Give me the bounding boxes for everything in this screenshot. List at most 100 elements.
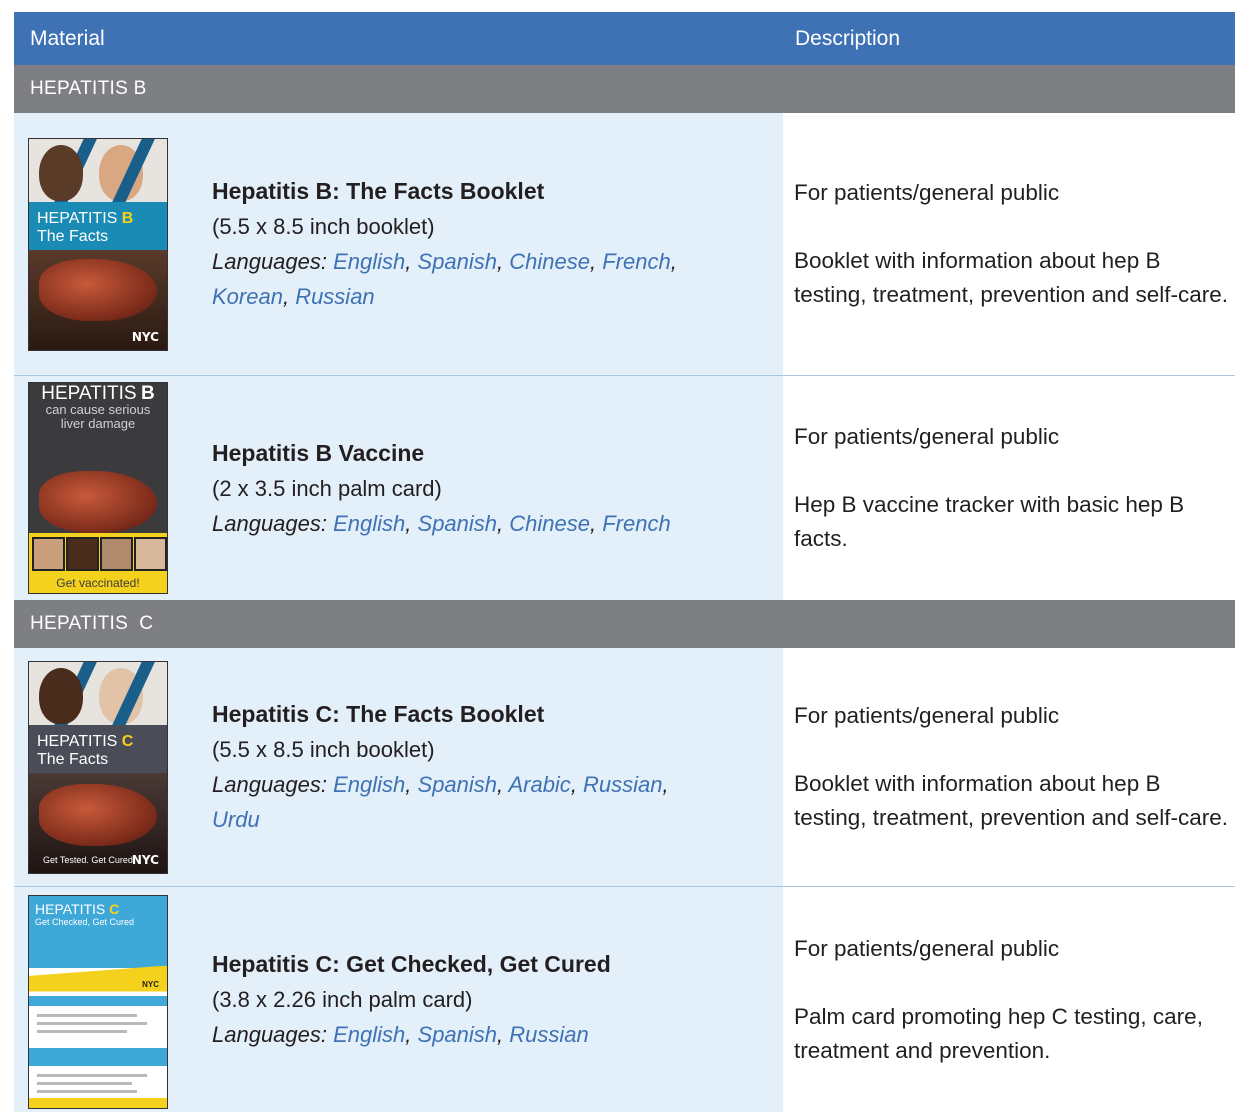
material-format: (5.5 x 8.5 inch booklet) (212, 737, 435, 762)
nyc-logo: NYC (131, 852, 159, 867)
audience-text: For patients/general public (794, 703, 1060, 728)
face-icon (39, 667, 83, 724)
face-icon (99, 667, 143, 724)
thumb-footer: Get vaccinated! (56, 576, 140, 590)
material-title: Hepatitis C: The Facts Booklet (212, 701, 545, 727)
material-title: Hepatitis B Vaccine (212, 439, 425, 466)
header-description: Description (795, 26, 901, 50)
material-cell: HEPATITIS B can cause serious liver dama… (14, 376, 783, 600)
language-link-english[interactable]: English (333, 249, 405, 274)
language-link-russian[interactable]: Russian (583, 772, 662, 797)
section-hepatitis-b: HEPATITIS B (14, 65, 1235, 113)
material-title: Hepatitis C: Get Checked, Get Cured (212, 951, 611, 977)
description-cell: For patients/general public Booklet with… (783, 113, 1235, 375)
header-material: Material (30, 26, 105, 50)
nyc-logo: NYC (142, 979, 159, 989)
description-cell: For patients/general public Booklet with… (783, 648, 1235, 886)
liver-image (39, 783, 157, 846)
language-link-chinese[interactable]: Chinese (509, 249, 590, 274)
table-row: HEPATITIS C Get Checked, Get Cured NYC H… (14, 887, 1235, 1112)
thumb-title-text: HEPATITIS (41, 383, 137, 404)
material-format: (5.5 x 8.5 inch booklet) (212, 214, 435, 239)
language-link-english[interactable]: English (333, 1022, 405, 1047)
materials-table: Material Description HEPATITIS B HEPATIT… (14, 12, 1235, 1112)
language-link-french[interactable]: French (602, 511, 670, 536)
thumb-title-letter: C (109, 900, 120, 917)
hep-b-vaccine-thumbnail: HEPATITIS B can cause serious liver dama… (28, 382, 168, 594)
thumb-subtitle: The Facts (37, 227, 109, 245)
language-link-spanish[interactable]: Spanish (418, 1022, 498, 1047)
description-cell: For patients/general public Palm card pr… (783, 887, 1235, 1112)
language-link-english[interactable]: English (333, 511, 405, 536)
thumb-title-text: HEPATITIS (37, 209, 118, 227)
language-link-korean[interactable]: Korean (212, 284, 283, 309)
liver-image (39, 471, 157, 533)
hep-b-facts-thumbnail: HEPATITIS B The Facts NYC (28, 137, 168, 351)
description-text: Hep B vaccine tracker with basic hep B f… (794, 492, 1185, 551)
thumb-subtitle: Get Checked, Get Cured (35, 916, 135, 927)
material-title: Hepatitis B: The Facts Booklet (212, 178, 545, 204)
language-link-russian[interactable]: Russian (295, 284, 374, 309)
language-link-urdu[interactable]: Urdu (212, 807, 260, 832)
material-info: Hepatitis B: The Facts Booklet (5.5 x 8.… (212, 174, 677, 314)
hep-c-palm-card-thumbnail: HEPATITIS C Get Checked, Get Cured NYC (28, 894, 168, 1109)
languages-list: Languages: English, Spanish, Arabic, Rus… (212, 772, 669, 832)
material-info: Hepatitis C: Get Checked, Get Cured (3.8… (212, 947, 611, 1052)
languages-label: Languages: (212, 249, 327, 274)
section-hepatitis-c: HEPATITIS C (14, 600, 1235, 648)
thumb-footer: Get Tested. Get Cured! (43, 854, 136, 865)
thumb-title: HEPATITIS B (29, 383, 167, 403)
languages-label: Languages: (212, 772, 327, 797)
table-row: HEPATITIS B The Facts NYC Hepatitis B: T… (14, 113, 1235, 376)
language-link-french[interactable]: French (602, 249, 670, 274)
audience-text: For patients/general public (794, 935, 1060, 961)
people-photo (29, 661, 167, 725)
liver-image (39, 258, 157, 321)
description-cell: For patients/general public Hep B vaccin… (783, 376, 1235, 600)
thumb-title-text: HEPATITIS (35, 900, 106, 917)
material-cell: HEPATITIS C The Facts Get Tested. Get Cu… (14, 648, 783, 886)
language-link-spanish[interactable]: Spanish (418, 249, 498, 274)
language-link-spanish[interactable]: Spanish (418, 772, 498, 797)
card-header: HEPATITIS C Get Checked, Get Cured (29, 895, 167, 968)
languages-label: Languages: (212, 510, 327, 536)
card-footer-band (29, 1097, 167, 1108)
material-cell: HEPATITIS B The Facts NYC Hepatitis B: T… (14, 113, 783, 375)
thumb-title: HEPATITIS C The Facts (29, 725, 167, 769)
thumb-subtitle: can cause serious (45, 402, 151, 417)
language-link-russian[interactable]: Russian (509, 1022, 588, 1047)
table-row: HEPATITIS B can cause serious liver dama… (14, 376, 1235, 600)
face-icon (134, 537, 167, 571)
audience-text: For patients/general public (794, 180, 1060, 205)
language-link-english[interactable]: English (333, 772, 405, 797)
languages-list: Languages: English, Spanish, Russian (212, 1022, 589, 1047)
material-info: Hepatitis C: The Facts Booklet (5.5 x 8.… (212, 697, 669, 837)
audience-text: For patients/general public (794, 424, 1060, 449)
people-photo (29, 138, 167, 202)
language-link-arabic[interactable]: Arabic (508, 772, 570, 797)
thumb-title: HEPATITIS B The Facts (29, 202, 167, 246)
material-format: (2 x 3.5 inch palm card) (212, 475, 442, 501)
languages-label: Languages: (212, 1022, 327, 1047)
thumb-subtitle: The Facts (37, 750, 109, 768)
language-link-spanish[interactable]: Spanish (418, 511, 498, 536)
table-header: Material Description (14, 12, 1235, 65)
card-section-bar (29, 1047, 167, 1066)
thumb-title-letter: C (121, 732, 134, 750)
hep-c-facts-thumbnail: HEPATITIS C The Facts Get Tested. Get Cu… (28, 660, 168, 874)
description-text: Booklet with information about hep B tes… (794, 771, 1228, 830)
language-link-chinese[interactable]: Chinese (509, 511, 590, 536)
text-line (37, 1081, 132, 1085)
faces-strip: Get vaccinated! (29, 533, 167, 593)
card-section-bar (29, 995, 167, 1006)
thumb-title: HEPATITIS C (29, 896, 167, 917)
text-line (37, 1073, 147, 1077)
face-icon (66, 537, 99, 571)
text-line (37, 1029, 127, 1033)
thumb-title-letter: B (141, 383, 155, 404)
text-line (37, 1089, 137, 1093)
face-icon (39, 144, 83, 201)
thumb-title-letter: B (121, 209, 134, 227)
nyc-logo: NYC (131, 329, 159, 344)
description-text: Palm card promoting hep C testing, care,… (794, 1003, 1203, 1063)
